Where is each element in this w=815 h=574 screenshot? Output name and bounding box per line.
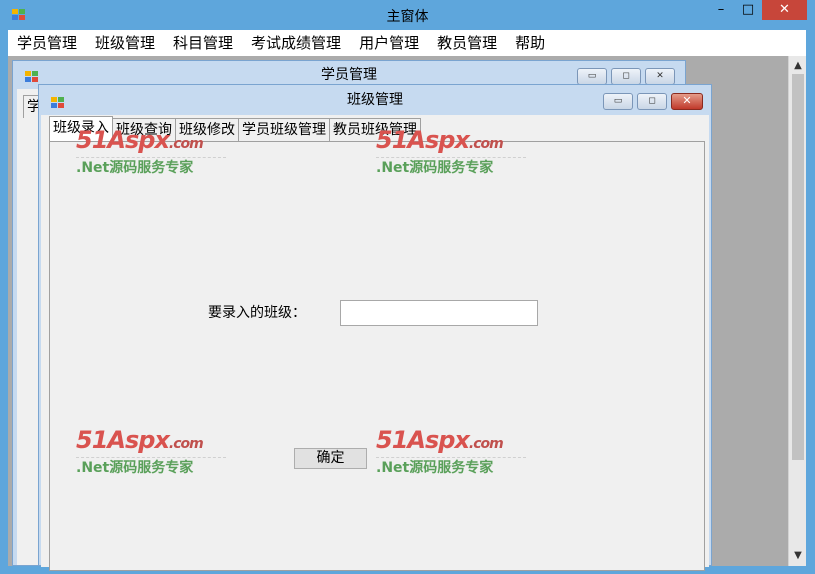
- main-window-title: 主窗体: [386, 9, 429, 25]
- scrollbar-thumb[interactable]: [792, 74, 804, 460]
- menu-class[interactable]: 班级管理: [86, 30, 164, 56]
- student-window-maximize[interactable]: ◻: [611, 68, 641, 85]
- menu-bar: 学员管理 班级管理 科目管理 考试成绩管理 用户管理 教员管理 帮助: [8, 30, 806, 56]
- maximize-button[interactable]: □: [736, 0, 760, 20]
- menu-teacher[interactable]: 教员管理: [428, 30, 506, 56]
- student-window-close[interactable]: ✕: [645, 68, 675, 85]
- menu-student[interactable]: 学员管理: [8, 30, 86, 56]
- class-name-input[interactable]: [340, 300, 538, 326]
- menu-exam-score[interactable]: 考试成绩管理: [242, 30, 350, 56]
- mdi-client-area: ▲ ▼ 学员管理 ▭ ◻ ✕ 学 班级管理 ▭ ◻ ✕ 班级录入 班级查询 班级…: [8, 56, 806, 571]
- class-management-window[interactable]: 班级管理 ▭ ◻ ✕ 班级录入 班级查询 班级修改 学员班级管理 教员班级管理 …: [38, 84, 712, 571]
- class-entry-page: 51Aspx.com .Net源码服务专家 51Aspx.com .Net源码服…: [49, 127, 705, 571]
- watermark-logo: 51Aspx.com .Net源码服务专家: [76, 427, 226, 478]
- class-window-body: 班级录入 班级查询 班级修改 学员班级管理 教员班级管理 51Aspx.com …: [41, 115, 709, 571]
- watermark-logo: 51Aspx.com .Net源码服务专家: [376, 427, 526, 478]
- main-titlebar[interactable]: 主窗体 – □ ✕: [0, 0, 815, 30]
- vertical-scrollbar[interactable]: ▲ ▼: [788, 56, 806, 566]
- close-button[interactable]: ✕: [762, 0, 807, 20]
- student-window-minimize[interactable]: ▭: [577, 68, 607, 85]
- class-window-close[interactable]: ✕: [671, 93, 703, 110]
- menu-help[interactable]: 帮助: [506, 30, 554, 56]
- menu-subject[interactable]: 科目管理: [164, 30, 242, 56]
- main-window: 主窗体 – □ ✕ 学员管理 班级管理 科目管理 考试成绩管理 用户管理 教员管…: [0, 0, 815, 574]
- tab-student-class[interactable]: 学员班级管理: [238, 118, 330, 141]
- chevron-up-icon[interactable]: ▲: [789, 58, 807, 74]
- menu-user[interactable]: 用户管理: [350, 30, 428, 56]
- minimize-button[interactable]: –: [708, 0, 734, 20]
- confirm-button[interactable]: 确定: [294, 448, 367, 469]
- chevron-down-icon[interactable]: ▼: [789, 548, 807, 564]
- class-window-minimize[interactable]: ▭: [603, 93, 633, 110]
- class-name-label: 要录入的班级：: [208, 305, 306, 321]
- watermark-logo: 51Aspx.com .Net源码服务专家: [376, 127, 526, 178]
- watermark-logo: 51Aspx.com .Net源码服务专家: [76, 127, 226, 178]
- class-window-maximize[interactable]: ◻: [637, 93, 667, 110]
